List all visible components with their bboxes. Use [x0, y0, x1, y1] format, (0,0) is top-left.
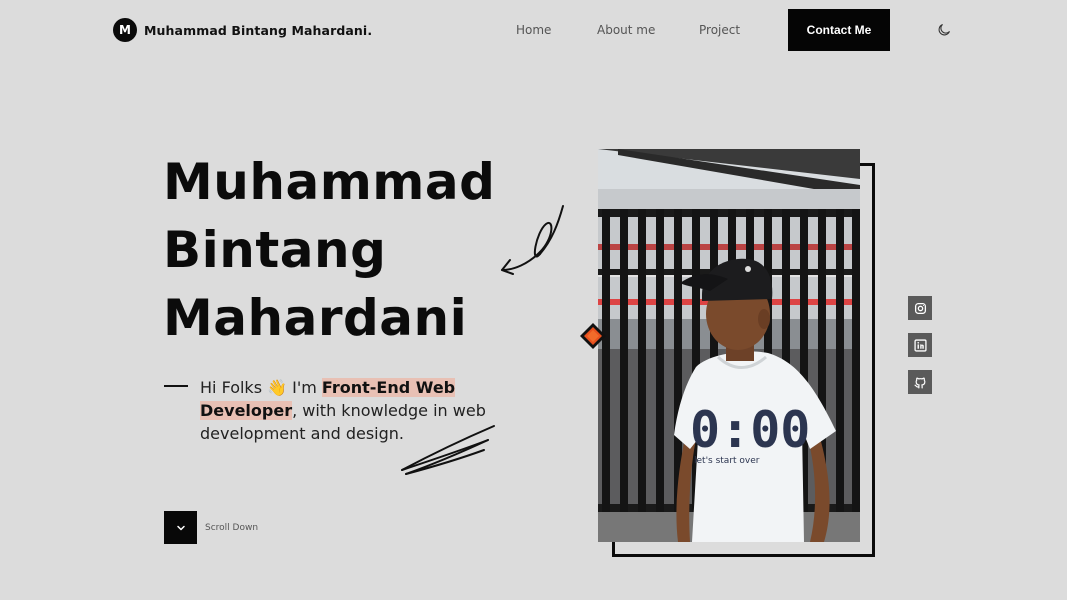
nav-project-link[interactable]: Project: [699, 23, 740, 37]
portfolio-page: M Muhammad Bintang Mahardani. Home About…: [0, 0, 1067, 600]
waving-hand-icon: 👋: [267, 378, 288, 397]
hero-name-line3: Mahardani: [163, 289, 468, 347]
brand-name: Muhammad Bintang Mahardani.: [144, 22, 373, 38]
profile-photo: 0:00 let's start over: [598, 149, 860, 542]
scroll-down-label: Scroll Down: [205, 523, 259, 533]
instagram-link[interactable]: [908, 296, 932, 320]
moon-icon[interactable]: [936, 22, 952, 38]
github-link[interactable]: [908, 370, 932, 394]
contact-me-button[interactable]: Contact Me: [788, 9, 890, 51]
github-icon: [913, 377, 925, 389]
scribble-doodle: [401, 425, 495, 475]
linkedin-icon: [913, 338, 927, 352]
brand-logo-link[interactable]: M Muhammad Bintang Mahardani.: [113, 18, 372, 42]
linkedin-link[interactable]: [908, 333, 932, 357]
instagram-icon: [914, 302, 926, 314]
hero-name-heading: Muhammad Bintang Mahardani: [163, 148, 523, 352]
intro-greeting: Hi Folks: [200, 378, 263, 397]
hero-name-line1: Muhammad: [163, 153, 496, 211]
chevron-down-icon: [176, 525, 185, 530]
scroll-down-button[interactable]: [164, 511, 197, 544]
shirt-print-subtext: let's start over: [694, 456, 760, 466]
curly-arrow-doodle: [501, 205, 564, 275]
shirt-print-text: 0:00: [690, 401, 810, 459]
nav-home-link[interactable]: Home: [516, 23, 551, 37]
brand-logo-icon: M: [113, 18, 137, 42]
intro-divider-line: [164, 385, 188, 387]
nav-about-link[interactable]: About me: [597, 23, 655, 37]
hero-name-line2: Bintang: [163, 221, 387, 279]
intro-im: I'm: [287, 378, 322, 397]
orange-diamond-decoration: [580, 323, 606, 349]
